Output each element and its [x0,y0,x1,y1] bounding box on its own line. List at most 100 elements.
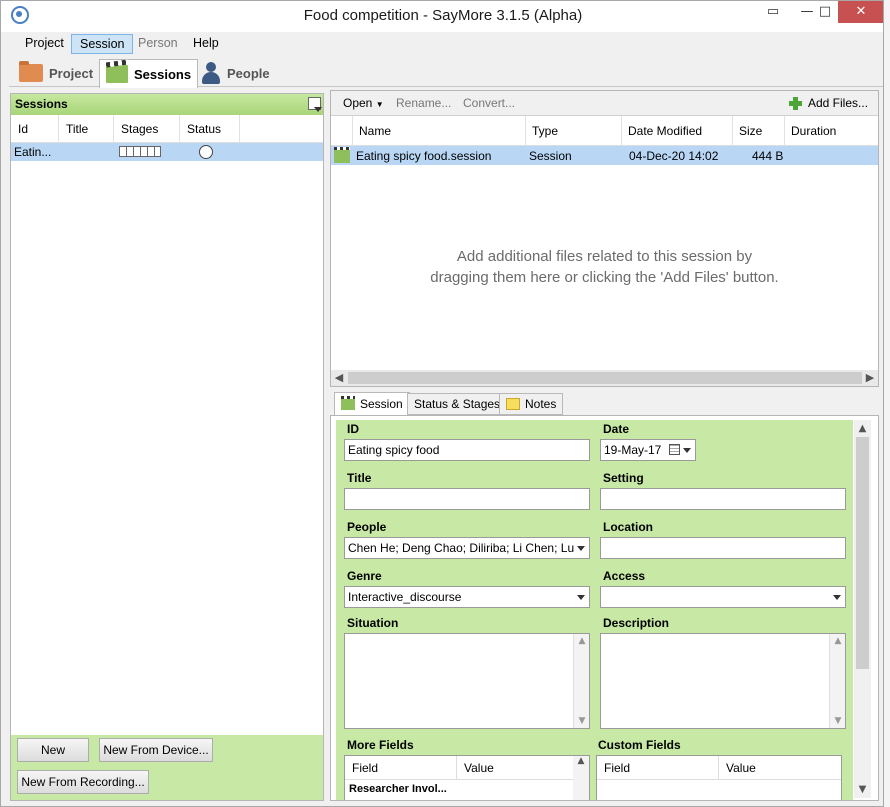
chevron-down-icon [683,448,691,453]
note-icon [506,398,520,410]
genre-combo[interactable]: Interactive_discourse [344,586,590,608]
add-files-button[interactable]: Add Files... [808,96,868,110]
scroll-down-icon[interactable]: ▼ [854,781,871,798]
more-field-col: Field [345,756,457,780]
location-field[interactable] [600,537,846,559]
calendar-icon[interactable] [669,444,680,455]
tab-people[interactable]: People [195,59,276,87]
genre-label: Genre [347,569,382,583]
column-chooser-icon[interactable] [308,97,322,112]
scroll-up-icon[interactable]: ▲ [574,636,590,646]
table-row[interactable]: Eatin... [11,143,323,161]
col-id[interactable]: Id [11,115,59,143]
person-icon [201,62,221,84]
custom-field-col: Field [597,756,719,780]
col-title[interactable]: Title [59,115,114,143]
maximize-button[interactable]: □ [808,1,842,23]
scroll-up-icon[interactable]: ▲ [830,636,846,646]
more-value-col: Value [457,756,575,780]
col-name[interactable]: Name [353,116,526,146]
session-file-icon [334,147,350,163]
col-duration[interactable]: Duration [785,116,878,146]
menu-help[interactable]: Help [185,34,227,54]
table-row[interactable]: Eating spicy food.session Session 04-Dec… [331,146,878,165]
tab-session-label: Session [360,397,403,411]
situation-label: Situation [347,616,399,630]
scroll-down-icon[interactable]: ▼ [574,716,590,726]
status-circle-icon [199,145,213,159]
files-grid-header: Name Type Date Modified Size Duration [331,116,878,146]
menu-project[interactable]: Project [17,34,72,54]
description-textarea[interactable]: ▲ ▼ [600,633,846,729]
people-combo[interactable]: Chen He; Deng Chao; Diliriba; Li Chen; L… [344,537,590,559]
id-label: ID [347,422,359,436]
col-type[interactable]: Type [526,116,622,146]
drop-hint: Add additional files related to this ses… [331,246,878,288]
tab-notes-label: Notes [525,397,557,411]
scroll-thumb[interactable] [348,372,862,384]
clapperboard-icon [106,65,128,83]
close-button[interactable]: ✕ [838,1,883,23]
setting-field[interactable] [600,488,846,510]
access-combo[interactable] [600,586,846,608]
sessions-header: Sessions [11,94,323,115]
vertical-scrollbar[interactable]: ▲ ▼ [573,634,589,728]
menu-person[interactable]: Person [130,34,186,54]
chevron-down-icon [577,546,585,551]
tab-sessions[interactable]: Sessions [99,59,199,88]
more-fields-grid[interactable]: Field Value Researcher Invol... ▲ [344,755,590,800]
clapperboard-icon [341,395,355,410]
col-size[interactable]: Size [733,116,785,146]
scroll-right-icon[interactable]: ▶ [862,370,878,386]
custom-value-col: Value [719,756,841,780]
files-toolbar: Open ▼ Rename... Convert... Add Files... [331,91,878,116]
location-label: Location [603,520,653,534]
menu-session[interactable]: Session [71,34,134,54]
sessions-button-area: New New From Device... New From Recordin… [11,735,323,800]
scroll-left-icon[interactable]: ◀ [331,370,347,386]
title-field[interactable] [344,488,590,510]
tab-notes[interactable]: Notes [499,393,564,415]
app-window: Food competition - SayMore 3.1.5 (Alpha)… [0,0,884,807]
situation-textarea[interactable]: ▲ ▼ [344,633,590,729]
tab-status-stages-label: Status & Stages [414,397,501,411]
more-fields-row[interactable]: Researcher Invol... [349,783,447,795]
tab-status-stages[interactable]: Status & Stages [407,393,508,415]
col-stages[interactable]: Stages [114,115,180,143]
vertical-scrollbar[interactable]: ▲ ▼ [829,634,845,728]
scroll-thumb[interactable] [856,437,869,669]
chevron-down-icon: ▼ [375,100,384,109]
new-from-recording-button[interactable]: New From Recording... [17,770,149,794]
col-date-modified[interactable]: Date Modified [622,116,733,146]
file-name-cell: Eating spicy food.session [356,149,492,163]
custom-fields-label: Custom Fields [598,738,681,752]
genre-value: Interactive_discourse [348,590,462,604]
horizontal-scrollbar[interactable]: ◀ ▶ [331,370,878,386]
scroll-down-icon[interactable]: ▼ [830,716,846,726]
restore-pane-icon[interactable]: ▭ [756,1,790,23]
access-label: Access [603,569,646,583]
tab-session-details[interactable]: Session [334,392,410,415]
col-status[interactable]: Status [180,115,240,143]
open-menu-button[interactable]: Open ▼ [343,96,384,110]
scroll-up-icon[interactable]: ▲ [854,420,871,437]
setting-label: Setting [603,471,644,485]
new-session-button[interactable]: New [17,738,89,762]
new-from-device-button[interactable]: New From Device... [99,738,213,762]
custom-fields-grid[interactable]: Field Value [596,755,842,800]
vertical-scrollbar[interactable]: ▲ [573,756,589,800]
convert-button[interactable]: Convert... [463,96,515,110]
view-tabs: Project Sessions People [9,57,883,88]
tab-project[interactable]: Project [13,59,99,87]
date-label: Date [603,422,630,436]
form-vertical-scrollbar[interactable]: ▲ ▼ [854,420,871,798]
drop-hint-line-1: Add additional files related to this ses… [456,248,753,265]
rename-button[interactable]: Rename... [396,96,451,110]
id-field[interactable]: Eating spicy food [344,439,590,461]
title-bar: Food competition - SayMore 3.1.5 (Alpha)… [1,1,883,32]
chevron-down-icon [833,595,841,600]
session-id-cell: Eatin... [14,145,52,159]
sessions-grid-header: Id Title Stages Status [11,115,323,143]
date-picker[interactable]: 19-May-17 [600,439,696,461]
col-icon [331,116,353,146]
